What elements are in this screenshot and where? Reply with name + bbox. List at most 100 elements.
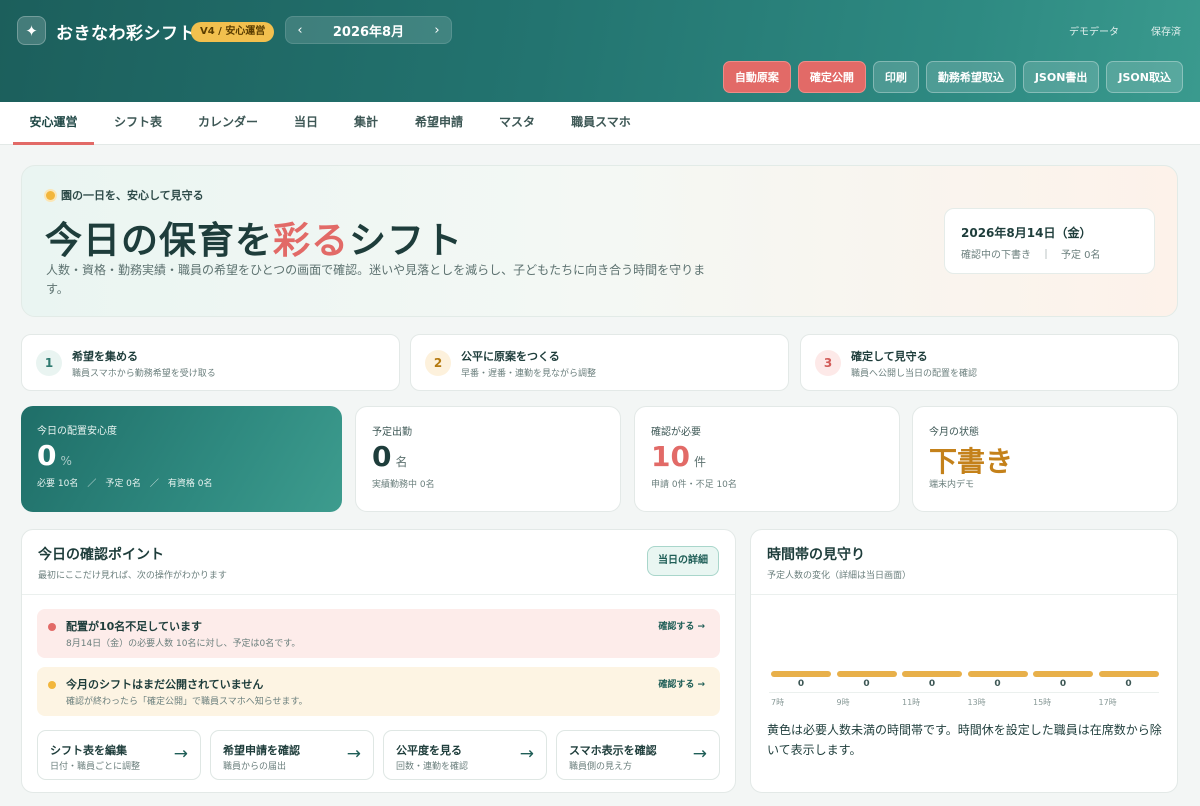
hero-title-accent: 彩る xyxy=(273,219,349,262)
hero-banner: 園の一日を、安心して見守る 今日の保育を彩るシフト 人数・資格・勤務実績・職員の… xyxy=(21,165,1178,317)
stat-label: 予定出勤 xyxy=(372,427,412,438)
step-title: 確定して見守る xyxy=(851,350,928,363)
publish-button[interactable]: 確定公開 xyxy=(797,61,866,93)
fairness-button[interactable]: 公平度を見る 回数・連勤を確認 → xyxy=(383,730,547,780)
stat-foot: 端末内デモ xyxy=(929,480,975,490)
print-button[interactable]: 印刷 xyxy=(872,61,919,93)
app-title: おきなわ彩シフト xyxy=(56,24,196,44)
tab-summary[interactable]: 集計 xyxy=(342,102,390,145)
chart-bar xyxy=(967,671,1028,677)
version-badge: V4 / 安心運営 xyxy=(191,22,275,42)
tab-staff-mobile[interactable]: 職員スマホ xyxy=(560,102,642,145)
sparkle-icon: ✦ xyxy=(17,16,46,45)
tab-master[interactable]: マスタ xyxy=(488,102,546,145)
chart-bar xyxy=(771,671,831,677)
step-number: 3 xyxy=(815,350,841,376)
hero-description: 人数・資格・勤務実績・職員の希望をひとつの画面で確認。迷いや見落としを減らし、子… xyxy=(46,263,706,296)
stat-number: 下書き xyxy=(929,445,1014,478)
step-card-collect: 1 希望を集める 職員スマホから勤務希望を受け取る xyxy=(21,334,400,391)
quick-sub: 日付・職員ごとに調整 xyxy=(50,762,141,772)
alert-unpublished: 今月のシフトはまだ公開されていません 確認が終わったら「確定公開」で職員スマホへ… xyxy=(37,667,720,716)
time-watch-panel: 時間帯の見守り 予定人数の変化（詳細は当日画面） 0 7時 0 9時 0 11時 0 13時 0… xyxy=(750,529,1178,793)
panel-subtitle: 最初にここだけ見れば、次の操作がわかります xyxy=(38,571,227,581)
step-card-confirm: 3 確定して見守る 職員へ公開し当日の配置を確認 xyxy=(800,334,1179,391)
hero-title-post: シフト xyxy=(349,219,463,262)
mobile-view-button[interactable]: スマホ表示を確認 職員側の見え方 → xyxy=(556,730,720,780)
alert-check-link[interactable]: 確認する → xyxy=(658,677,705,690)
arrow-right-icon: → xyxy=(519,744,534,764)
quick-sub: 回数・連勤を確認 xyxy=(396,762,469,772)
quick-title: 公平度を見る xyxy=(396,744,462,757)
date-status: 確認中の下書き ｜ 予定 0名 xyxy=(961,250,1101,261)
main-tabs: 安心運営 シフト表 カレンダー 当日 集計 希望申請 マスタ 職員スマホ xyxy=(0,102,1200,145)
step-title: 希望を集める xyxy=(72,350,138,363)
panel-divider xyxy=(751,594,1177,595)
chart-bar-label: 0 xyxy=(994,679,1001,689)
auto-draft-button[interactable]: 自動原案 xyxy=(722,61,791,93)
stat-number: 10 xyxy=(651,440,690,473)
tab-shift-table[interactable]: シフト表 xyxy=(100,102,176,145)
step-title: 公平に原案をつくる xyxy=(461,350,560,363)
stat-number: 0 xyxy=(37,439,57,472)
import-json-button[interactable]: JSON取込 xyxy=(1106,61,1183,93)
quick-title: スマホ表示を確認 xyxy=(569,744,657,757)
panel-title: 今日の確認ポイント xyxy=(38,547,164,563)
quick-sub: 職員側の見え方 xyxy=(569,762,633,772)
prev-month-icon[interactable]: ‹ xyxy=(286,23,314,38)
chart-bar-label: 0 xyxy=(928,679,936,689)
quick-title: 希望申請を確認 xyxy=(223,744,300,757)
tab-requests[interactable]: 希望申請 xyxy=(404,102,474,145)
tab-safety[interactable]: 安心運営 xyxy=(13,102,94,145)
stat-foot: 申請 0件・不足 10名 xyxy=(651,480,737,490)
alert-sub: 8月14日（金）の必要人数 10名に対し、予定は0名です。 xyxy=(66,639,301,649)
today-detail-button[interactable]: 当日の詳細 xyxy=(647,546,719,576)
step-sub: 職員スマホから勤務希望を受け取る xyxy=(72,369,216,379)
chart-bar xyxy=(1033,671,1093,677)
quick-title: シフト表を編集 xyxy=(50,744,127,757)
stat-number: 0 xyxy=(372,440,392,473)
tab-today[interactable]: 当日 xyxy=(282,102,330,145)
alert-dot-icon xyxy=(48,681,56,689)
chart-bar-label: 0 xyxy=(1125,679,1132,689)
chart-tick-label: 9時 xyxy=(836,698,850,707)
needs-check-card: 確認が必要 10 件 申請 0件・不足 10名 xyxy=(634,406,900,512)
demo-data-label: デモデータ xyxy=(1069,27,1119,38)
stat-unit: 件 xyxy=(693,455,706,469)
alert-check-link[interactable]: 確認する → xyxy=(658,619,705,632)
month-status-card: 今月の状態 下書き 端末内デモ xyxy=(912,406,1178,512)
safety-score-card: 今日の配置安心度 0% 必要 10名 ／ 予定 0名 ／ 有資格 0名 xyxy=(21,406,342,512)
import-requests-button[interactable]: 勤務希望取込 xyxy=(925,61,1016,93)
step-sub: 早番・遅番・連勤を見ながら調整 xyxy=(461,369,597,379)
stat-value: 下書き xyxy=(929,440,1017,480)
hero-title: 今日の保育を彩るシフト xyxy=(45,210,463,264)
chart-bar xyxy=(902,671,962,677)
chart-note: 黄色は必要人数未満の時間帯です。時間休を設定した職員は在席数から除いて表示します… xyxy=(767,723,1162,757)
stat-label: 確認が必要 xyxy=(651,427,701,438)
chart-tick-label: 11時 xyxy=(902,698,921,707)
stat-label: 今日の配置安心度 xyxy=(37,426,117,437)
stat-value: 0% xyxy=(37,439,72,472)
header-actions: 自動原案 確定公開 印刷 勤務希望取込 JSON書出 JSON取込 xyxy=(722,61,1183,93)
tab-calendar[interactable]: カレンダー xyxy=(184,102,272,145)
stat-foot: 実績勤務中 0名 xyxy=(372,480,435,490)
alert-title: 配置が10名不足しています xyxy=(66,620,202,633)
alert-dot-icon xyxy=(48,623,56,631)
chart-tick-label: 15時 xyxy=(1033,698,1052,707)
arrow-right-icon: → xyxy=(346,744,361,764)
next-month-icon[interactable]: › xyxy=(423,23,451,38)
edit-shift-button[interactable]: シフト表を編集 日付・職員ごとに調整 → xyxy=(37,730,201,780)
stat-value: 10 件 xyxy=(651,440,706,473)
export-json-button[interactable]: JSON書出 xyxy=(1022,61,1100,93)
hero-kicker-text: 園の一日を、安心して見守る xyxy=(61,189,204,202)
current-date: 2026年8月14日（金） xyxy=(961,226,1092,240)
chart-bar-label: 0 xyxy=(863,679,870,689)
chart-tick-label: 17時 xyxy=(1098,698,1117,707)
step-number: 1 xyxy=(36,350,62,376)
app-header: ✦ おきなわ彩シフト V4 / 安心運営 ‹ 2026年8月 › デモデータ 保… xyxy=(0,0,1200,102)
stat-unit: 名 xyxy=(395,455,408,469)
date-card: 2026年8月14日（金） 確認中の下書き ｜ 予定 0名 xyxy=(944,208,1155,274)
status-dot-icon xyxy=(46,190,55,200)
alert-title: 今月のシフトはまだ公開されていません xyxy=(66,678,264,691)
panel-divider xyxy=(22,594,735,595)
check-requests-button[interactable]: 希望申請を確認 職員からの届出 → xyxy=(210,730,374,780)
